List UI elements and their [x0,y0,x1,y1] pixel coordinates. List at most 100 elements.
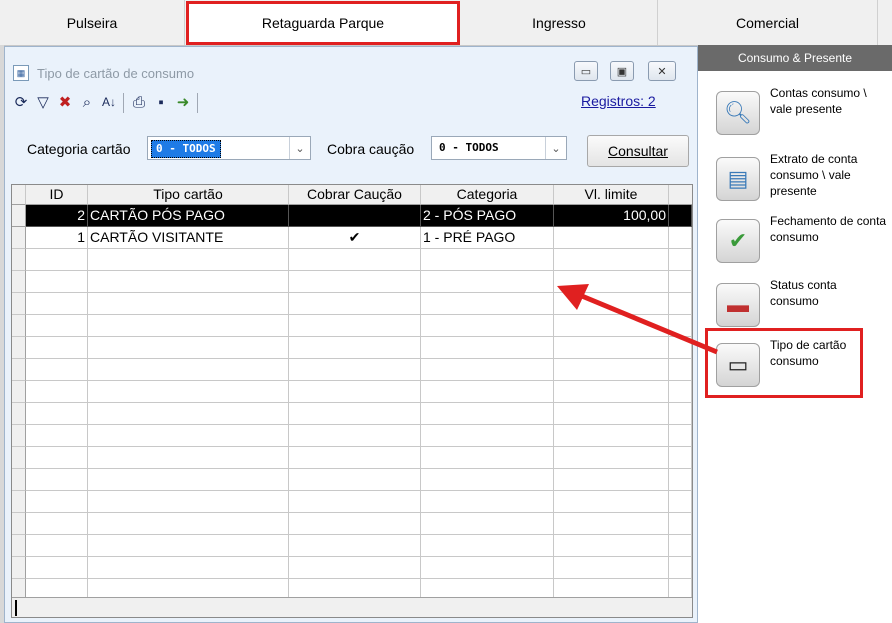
cell-tipo: CARTÃO VISITANTE [88,227,289,249]
maximize-button[interactable]: ▣ [610,61,634,81]
row-indicator[interactable] [12,557,26,579]
cell-categoria [421,403,554,425]
highlight-box [705,328,863,398]
row-indicator[interactable] [12,381,26,403]
print-icon[interactable]: ⎙ [129,91,149,113]
table-row[interactable]: 2 CARTÃO PÓS PAGO 2 - PÓS PAGO 100,00 [12,205,692,227]
window-title: Tipo de cartão de consumo [37,66,195,81]
caucao-select[interactable]: 0 - TODOS ⌄ [431,136,567,160]
refresh-icon[interactable]: ⟳ [11,91,31,113]
close-button[interactable]: ✕ [648,61,676,81]
cell-limite [554,491,669,513]
consultar-label: Consultar [608,143,668,159]
column-header-limite[interactable]: Vl. limite [554,185,669,205]
cell-id [26,557,88,579]
cell-limite [554,425,669,447]
panel-item-label: Status conta consumo [770,278,837,308]
tab-pulseira[interactable]: Pulseira [0,0,185,45]
column-header-caucao[interactable]: Cobrar Caução [289,185,421,205]
tab-ingresso[interactable]: Ingresso [461,0,658,45]
table-row[interactable] [12,447,692,469]
panel-item-extrato[interactable]: ▤ Extrato de conta consumo \ vale presen… [698,151,892,207]
row-indicator[interactable] [12,249,26,271]
panel-item-label: Contas consumo \ vale presente [770,86,867,116]
grid-corner [12,185,26,205]
save-icon[interactable]: ▪ [151,91,171,113]
cell-limite [554,557,669,579]
table-row[interactable] [12,469,692,491]
cell-id [26,249,88,271]
sort-az-icon[interactable]: A↓ [99,91,119,113]
row-indicator[interactable] [12,403,26,425]
cell-tipo [88,337,289,359]
column-header-id[interactable]: ID [26,185,88,205]
cell-id [26,359,88,381]
column-header-categoria[interactable]: Categoria [421,185,554,205]
cell-caucao [289,381,421,403]
row-indicator[interactable] [12,425,26,447]
filter-icon[interactable]: ▽ [33,91,53,113]
consultar-button[interactable]: Consultar [587,135,689,167]
table-row[interactable] [12,425,692,447]
chevron-down-icon[interactable]: ⌄ [289,137,310,159]
table-row[interactable] [12,359,692,381]
row-indicator[interactable] [12,535,26,557]
tab-comercial[interactable]: Comercial [658,0,878,45]
table-row[interactable] [12,403,692,425]
row-indicator[interactable] [12,469,26,491]
window-app-icon: ▦ [13,65,29,81]
cell-id [26,337,88,359]
cell-id [26,535,88,557]
cell-caucao [289,249,421,271]
tab-retaguarda-parque[interactable]: Retaguarda Parque [186,1,460,45]
clear-filter-icon[interactable]: ✖ [55,91,75,113]
window-titlebar[interactable]: ▦ Tipo de cartão de consumo ▭ ▣ ✕ [5,47,697,83]
caucao-label: Cobra caução [327,141,415,157]
cell-categoria [421,469,554,491]
panel-item-status[interactable]: ▬ Status conta consumo [698,277,892,333]
cell-caucao [289,271,421,293]
row-indicator[interactable] [12,293,26,315]
cards-grid[interactable]: ID Tipo cartão Cobrar Caução Categoria V… [11,184,693,618]
table-row[interactable]: 1 CARTÃO VISITANTE ✔ 1 - PRÉ PAGO [12,227,692,249]
cell-filler [669,425,692,447]
table-row[interactable] [12,249,692,271]
row-indicator[interactable] [12,359,26,381]
row-indicator[interactable] [12,205,26,227]
table-row[interactable] [12,513,692,535]
categoria-select[interactable]: 0 - TODOS ⌄ [147,136,311,160]
column-header-tipo[interactable]: Tipo cartão [88,185,289,205]
row-indicator[interactable] [12,491,26,513]
row-indicator[interactable] [12,513,26,535]
cell-limite: 100,00 [554,205,669,227]
row-indicator[interactable] [12,315,26,337]
cell-filler [669,227,692,249]
panel-item-fechamento[interactable]: ✔ Fechamento de conta consumo [698,213,892,269]
row-indicator[interactable] [12,337,26,359]
row-indicator[interactable] [12,271,26,293]
cell-tipo [88,513,289,535]
find-icon[interactable]: ⌕ [77,91,97,113]
row-indicator[interactable] [12,227,26,249]
cell-limite [554,359,669,381]
registros-link[interactable]: Registros: 2 [581,93,656,109]
cell-categoria [421,535,554,557]
cell-categoria [421,271,554,293]
chevron-down-icon[interactable]: ⌄ [545,137,566,159]
export-icon[interactable]: ➜ [173,91,193,113]
table-row[interactable] [12,491,692,513]
cell-filler [669,447,692,469]
cell-filler [669,513,692,535]
minimize-button[interactable]: ▭ [574,61,598,81]
cell-id [26,293,88,315]
table-row[interactable] [12,381,692,403]
table-row[interactable] [12,557,692,579]
panel-item-contas-consumo[interactable]: 🔍︎ Contas consumo \ vale presente [698,85,892,141]
cell-caucao: ✔ [289,227,421,249]
categoria-label: Categoria cartão [27,141,131,157]
cell-caucao [289,513,421,535]
table-row[interactable] [12,535,692,557]
row-indicator[interactable] [12,447,26,469]
cell-id [26,271,88,293]
cell-id [26,513,88,535]
